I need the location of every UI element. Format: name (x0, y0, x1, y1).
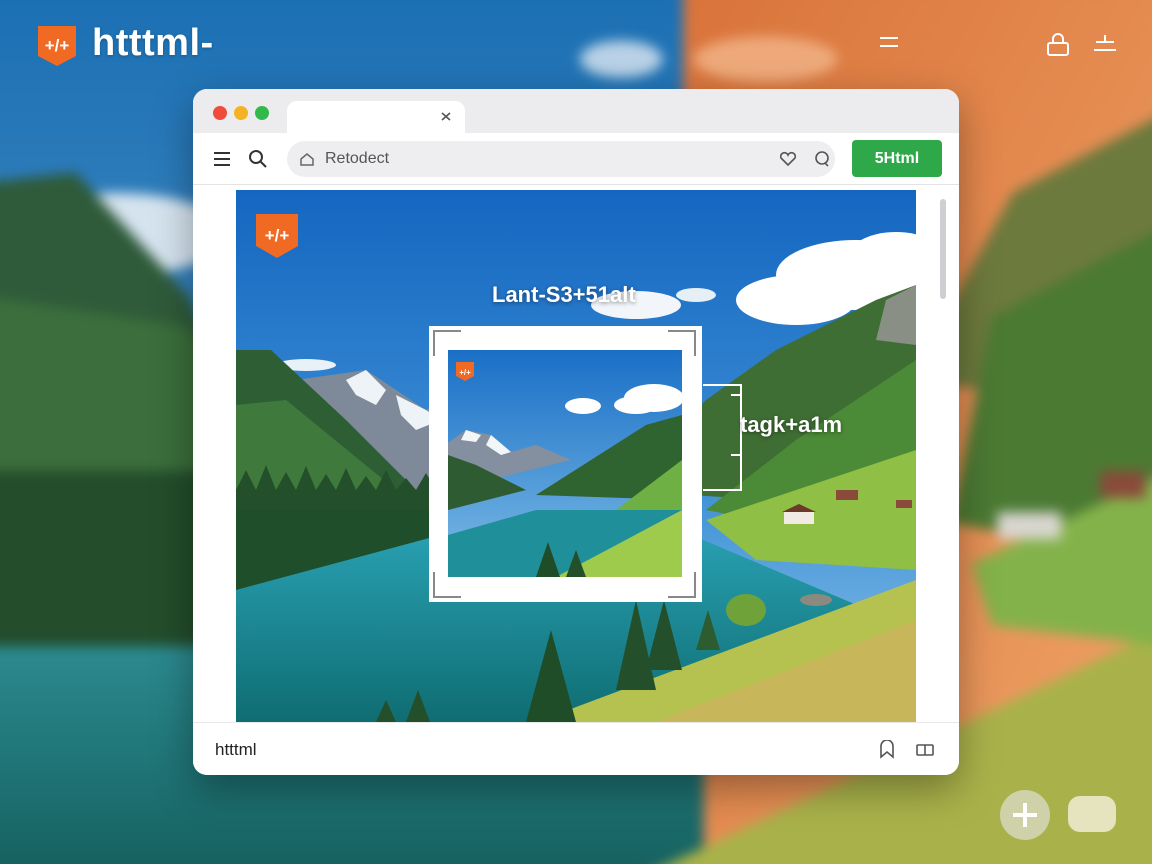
equalizer-icon[interactable] (1090, 30, 1120, 60)
hero-title: Lant-S3+51alt (492, 282, 636, 307)
hero-image: +/+ +/+ Lant-S3+51alt tagk+a1m (236, 190, 916, 722)
app-title: htttml- (92, 22, 214, 64)
inset-photo-frame[interactable]: +/+ (429, 326, 702, 602)
tab-close-icon[interactable] (439, 109, 453, 123)
minimize-window-button[interactable] (234, 106, 248, 120)
bookmark-icon[interactable] (877, 739, 897, 760)
vertical-scrollbar[interactable] (940, 199, 946, 299)
maximize-window-button[interactable] (255, 106, 269, 120)
lock-icon[interactable] (1043, 30, 1073, 60)
browser-window: Retodect 5Html +/+ +/+ Lant-S3+51alt tag… (193, 89, 959, 775)
close-window-button[interactable] (213, 106, 227, 120)
plus-icon (1013, 803, 1037, 827)
app-logo-glyph: +/+ (45, 36, 70, 55)
window-titlebar (193, 89, 959, 135)
app-logo: +/+ (36, 24, 78, 68)
home-icon (299, 151, 315, 167)
chat-icon[interactable] (813, 150, 831, 168)
book-icon[interactable] (915, 740, 935, 760)
inset-logo-glyph: +/+ (459, 368, 471, 377)
pill-button[interactable] (1068, 796, 1116, 832)
browser-tab[interactable] (287, 101, 465, 135)
address-bar[interactable]: Retodect (287, 141, 835, 177)
browser-toolbar: Retodect 5Html (193, 133, 959, 185)
status-text: htttml (215, 740, 257, 759)
search-icon[interactable] (247, 148, 269, 170)
hamburger-icon[interactable] (211, 148, 233, 170)
menu-lines-icon[interactable] (874, 30, 904, 60)
heart-icon[interactable] (779, 150, 797, 168)
browser-status-bar: htttml (193, 722, 959, 775)
add-button[interactable] (1000, 790, 1050, 840)
hero-logo-glyph: +/+ (265, 226, 290, 245)
hero-caption: tagk+a1m (740, 412, 843, 437)
page-content: +/+ +/+ Lant-S3+51alt tagk+a1m (193, 185, 959, 722)
go-button[interactable]: 5Html (852, 140, 942, 177)
address-text: Retodect (325, 150, 390, 167)
